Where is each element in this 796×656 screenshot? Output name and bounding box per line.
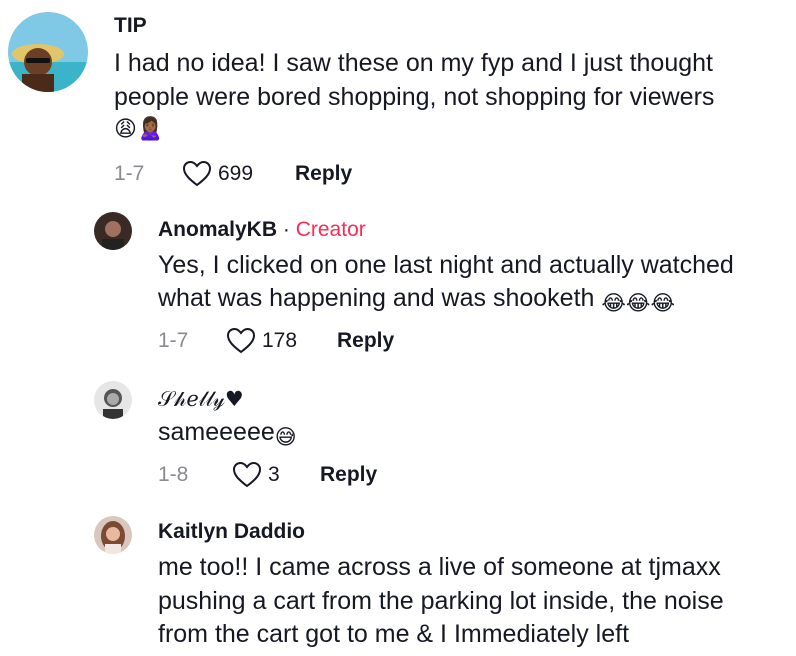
avatar[interactable]	[94, 381, 132, 419]
comment-emoji: 😅	[274, 426, 297, 449]
comment-kaitlyn-daddio: Kaitlyn Daddio me too!! I came across a …	[0, 500, 796, 656]
comment-username[interactable]: 𝒮𝒽𝑒𝓁𝓁𝓎♥	[158, 387, 244, 412]
comment-text-line: sameeeee😅	[158, 415, 297, 455]
heart-outline-icon[interactable]	[226, 327, 256, 354]
comment-anomalykb: AnomalyKB · Creator Yes, I clicked on on…	[0, 200, 796, 360]
comment-text-line: I had no idea! I saw these on my fyp and…	[114, 49, 713, 77]
like-button[interactable]: 178	[226, 327, 337, 354]
comment-username[interactable]: Kaitlyn Daddio	[158, 520, 305, 544]
heart-outline-icon[interactable]	[232, 461, 262, 488]
comment-username: AnomalyKB · Creator	[158, 218, 366, 242]
comment-date: 1-7	[114, 161, 145, 185]
comment-meta: 1-7 178 Reply	[158, 327, 394, 354]
username-text[interactable]: AnomalyKB	[158, 218, 277, 241]
like-button[interactable]: 3	[232, 461, 320, 488]
reply-button[interactable]: Reply	[320, 463, 377, 487]
comment-text-part: what was happening and was shooketh	[158, 284, 595, 312]
comment-meta: 1-7 699 Reply	[114, 160, 352, 187]
comment-emoji: 😂😂😂	[601, 292, 675, 315]
reply-button[interactable]: Reply	[337, 329, 394, 353]
like-count: 178	[262, 328, 298, 352]
comment-username[interactable]: TIP	[114, 14, 147, 38]
separator-dot: ·	[282, 218, 290, 241]
comment-date: 1-8	[158, 462, 189, 486]
comment-emoji: 😩🙎🏾‍♀️	[114, 116, 165, 141]
comment-date: 1-7	[158, 328, 189, 352]
like-button[interactable]: 699	[182, 160, 295, 187]
comment-text-line: pushing a cart from the parking lot insi…	[158, 587, 724, 615]
comment-text-line: from the cart got to me & I Immediately …	[158, 620, 630, 648]
like-count: 3	[268, 462, 280, 486]
comment-text-line: Yes, I clicked on one last night and act…	[158, 251, 734, 279]
comment-text-line: me too!! I came across a live of someone…	[158, 553, 721, 581]
comment-text-line: what was happening and was shooketh 😂😂😂	[158, 281, 675, 321]
comment-meta: 1-8 3 Reply	[158, 461, 377, 488]
reply-button[interactable]: Reply	[295, 162, 352, 186]
heart-outline-icon[interactable]	[182, 160, 212, 187]
creator-badge: Creator	[295, 218, 366, 241]
comment-text-line: people were bored shopping, not shopping…	[114, 83, 715, 111]
avatar[interactable]	[94, 212, 132, 250]
avatar[interactable]	[8, 12, 88, 92]
comment-text-part: sameeeee	[158, 418, 275, 446]
comment-shelly: 𝒮𝒽𝑒𝓁𝓁𝓎♥ sameeeee😅 1-8 3 Reply	[0, 360, 796, 500]
avatar[interactable]	[94, 516, 132, 554]
like-count: 699	[218, 161, 254, 185]
comment-tip: TIP I had no idea! I saw these on my fyp…	[0, 0, 796, 200]
